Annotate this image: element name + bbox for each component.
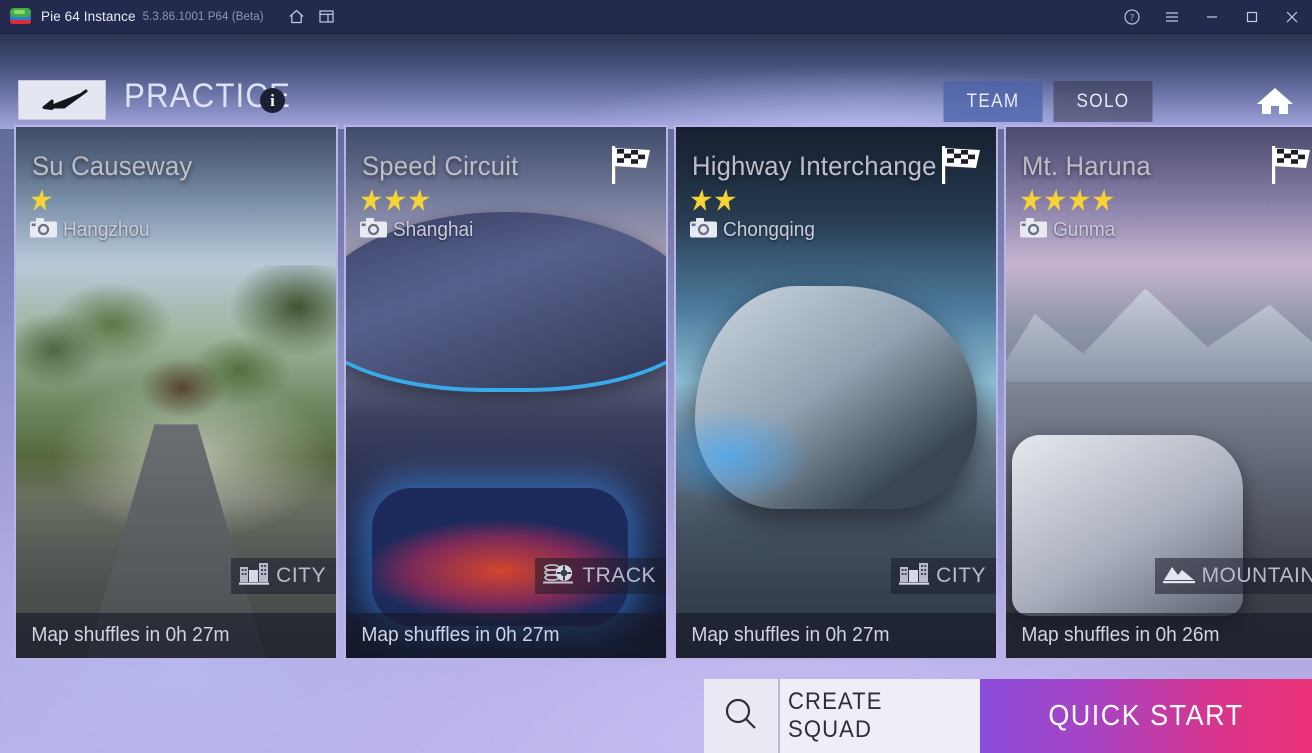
map-card-su-causeway[interactable]: Su Causeway Hangzhou — [14, 125, 338, 660]
create-squad-label: CREATE SQUAD — [788, 688, 883, 743]
card-shuffle-footer: Map shuffles in 0h 27m — [676, 613, 996, 658]
maximize-icon[interactable] — [1232, 0, 1272, 34]
minimize-icon[interactable] — [1192, 0, 1232, 34]
card-location: Gunma — [1020, 217, 1119, 243]
titlebar-window-controls: ? — [1112, 0, 1312, 34]
card-type-label: TRACK — [582, 564, 656, 587]
mode-tabs: TEAM SOLO — [938, 81, 1158, 122]
checkered-flag-icon — [936, 144, 984, 191]
card-location-label: Shanghai — [393, 218, 474, 241]
card-star-rating — [690, 189, 736, 211]
multi-instance-icon[interactable] — [312, 0, 342, 34]
create-squad-button[interactable]: CREATE SQUAD — [780, 679, 980, 753]
card-star-rating — [360, 189, 430, 211]
card-shuffle-timer: Map shuffles in 0h 26m — [1021, 624, 1220, 646]
card-location: Chongqing — [690, 217, 820, 243]
map-card-speed-circuit[interactable]: Speed Circuit — [344, 125, 668, 660]
city-buildings-icon — [239, 561, 270, 592]
card-location-label: Hangzhou — [63, 218, 150, 241]
card-shuffle-timer: Map shuffles in 0h 27m — [361, 624, 560, 646]
card-type-badge: CITY — [231, 558, 336, 594]
star-icon — [1091, 189, 1116, 211]
card-shuffle-footer: Map shuffles in 0h 27m — [16, 613, 336, 658]
star-icon — [359, 189, 384, 211]
card-shuffle-timer: Map shuffles in 0h 27m — [691, 624, 890, 646]
checkered-flag-icon — [1266, 144, 1312, 191]
card-location-label: Chongqing — [723, 218, 815, 241]
instance-version: 5.3.86.1001 P64 (Beta) — [142, 10, 264, 23]
star-icon — [29, 189, 54, 211]
star-icon — [383, 189, 408, 211]
svg-text:?: ? — [1130, 13, 1134, 23]
info-icon[interactable]: i — [260, 88, 285, 113]
checkered-flag-icon — [606, 144, 654, 191]
card-type-badge: MOUNTAIN — [1154, 558, 1312, 594]
city-buildings-icon — [899, 561, 930, 592]
home-button[interactable] — [1254, 82, 1296, 120]
card-type-label: CITY — [276, 564, 326, 587]
card-location: Shanghai — [360, 217, 478, 243]
card-shuffle-footer: Map shuffles in 0h 27m — [346, 613, 666, 658]
card-shuffle-footer: Map shuffles in 0h 26m — [1006, 613, 1312, 658]
map-card-list: Su Causeway Hangzhou — [14, 125, 1312, 660]
search-button[interactable] — [704, 679, 780, 753]
hamburger-menu-icon[interactable] — [1152, 0, 1192, 34]
bluestacks-logo-icon — [10, 6, 31, 27]
back-button[interactable] — [18, 80, 106, 120]
mountain-icon — [1162, 562, 1195, 591]
help-icon[interactable]: ? — [1112, 0, 1152, 34]
map-card-mt-haruna[interactable]: Mt. Haruna — [1004, 125, 1312, 660]
tire-track-icon — [543, 561, 575, 592]
quick-start-label: QUICK START — [1048, 699, 1244, 732]
card-type-label: MOUNTAIN — [1201, 564, 1312, 587]
card-type-badge: CITY — [891, 558, 996, 594]
titlebar-left-icons — [282, 0, 342, 34]
camera-icon — [360, 217, 387, 243]
close-icon[interactable] — [1272, 0, 1312, 34]
star-icon — [1067, 189, 1092, 211]
card-location: Hangzhou — [30, 217, 154, 243]
star-icon — [713, 189, 738, 211]
quick-start-button[interactable]: QUICK START — [980, 679, 1312, 753]
card-star-rating — [30, 189, 52, 211]
star-icon — [1019, 189, 1044, 211]
camera-icon — [30, 217, 57, 243]
bluestacks-titlebar: Pie 64 Instance 5.3.86.1001 P64 (Beta) ? — [0, 0, 1312, 34]
card-shuffle-timer: Map shuffles in 0h 27m — [31, 624, 230, 646]
star-icon — [407, 189, 432, 211]
home-icon[interactable] — [282, 0, 312, 34]
card-type-label: CITY — [936, 564, 986, 587]
bottom-action-bar: CREATE SQUAD QUICK START — [704, 679, 1312, 753]
tab-solo[interactable]: SOLO — [1053, 81, 1153, 122]
map-card-highway-interchange[interactable]: Highway Interchange — [674, 125, 998, 660]
camera-icon — [690, 217, 717, 243]
card-type-badge: TRACK — [535, 558, 666, 594]
card-star-rating — [1020, 189, 1114, 211]
card-location-label: Gunma — [1053, 218, 1116, 241]
game-viewport: PRACTICE i TEAM SOLO Su Causeway — [0, 34, 1312, 753]
star-icon — [689, 189, 714, 211]
instance-name: Pie 64 Instance — [41, 9, 136, 24]
star-icon — [1043, 189, 1068, 211]
camera-icon — [1020, 217, 1047, 243]
search-icon — [721, 694, 761, 739]
tab-team[interactable]: TEAM — [943, 81, 1043, 122]
